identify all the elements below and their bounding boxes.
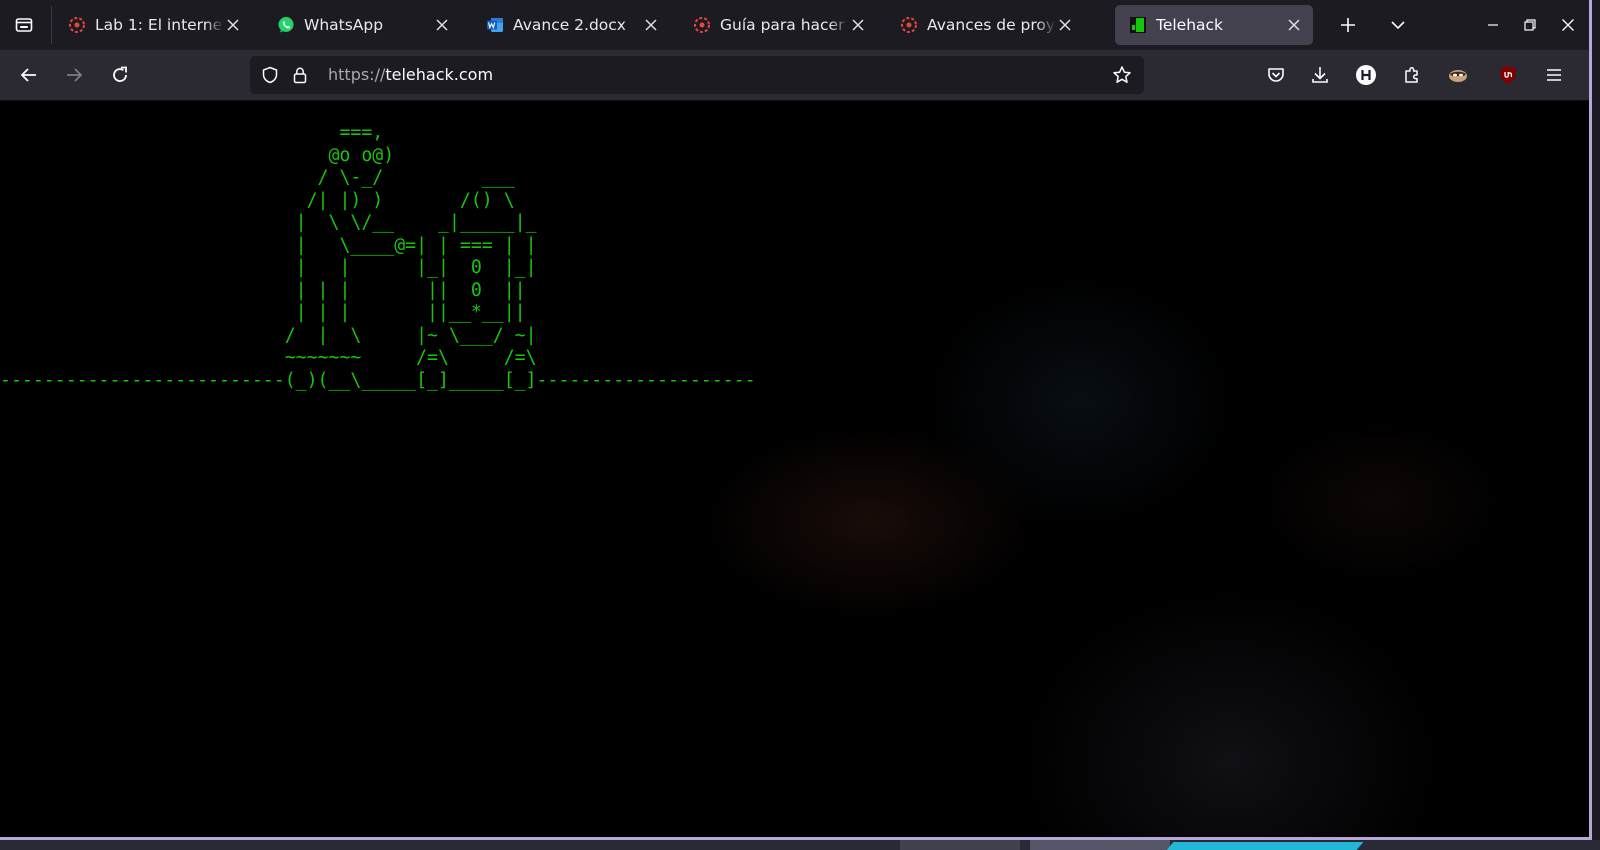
firefox-view-icon[interactable]	[10, 11, 38, 39]
browser-window: Lab 1: El internet a WhatsApp Avance 2.d…	[0, 0, 1592, 840]
tab-separator	[51, 6, 52, 44]
arrow-left-icon	[20, 68, 36, 82]
url-host: telehack.com	[385, 65, 494, 84]
tab-label: Guía para hacer De	[720, 16, 849, 34]
downloads-button[interactable]	[1306, 61, 1334, 89]
close-tab-icon[interactable]	[849, 16, 867, 34]
url-text[interactable]: https://telehack.com	[328, 65, 493, 85]
ublock-button[interactable]	[1494, 61, 1522, 89]
puzzle-icon	[1405, 66, 1418, 83]
extension-button[interactable]	[1444, 61, 1472, 89]
ublock-origin-icon	[1500, 66, 1516, 84]
hamburger-menu-icon	[1547, 69, 1561, 81]
word-icon	[486, 16, 504, 34]
reload-button[interactable]	[106, 61, 134, 89]
tab-avances-proyecto[interactable]: Avances de proyec	[886, 5, 1084, 45]
restore-icon	[1524, 19, 1536, 31]
tab-lab1[interactable]: Lab 1: El internet a	[54, 5, 252, 45]
new-tab-button[interactable]	[1335, 12, 1361, 38]
h-avatar-icon	[1356, 65, 1376, 85]
forward-button[interactable]	[60, 61, 88, 89]
tab-avance[interactable]: Avance 2.docx	[472, 5, 670, 45]
plus-icon	[1341, 18, 1355, 32]
minimize-icon	[1488, 24, 1498, 26]
close-tab-icon[interactable]	[224, 16, 242, 34]
star-icon[interactable]	[1112, 65, 1132, 85]
back-button[interactable]	[15, 61, 43, 89]
close-icon	[1562, 19, 1574, 31]
whatsapp-icon	[277, 16, 295, 34]
telehack-icon	[1129, 16, 1147, 34]
close-tab-icon[interactable]	[433, 16, 451, 34]
tab-label: Avances de proyec	[927, 16, 1056, 34]
minimize-button[interactable]	[1480, 12, 1506, 38]
tab-label: Lab 1: El internet a	[95, 16, 224, 34]
close-tab-icon[interactable]	[642, 16, 660, 34]
tab-bar: Lab 1: El internet a WhatsApp Avance 2.d…	[0, 0, 1589, 50]
account-button[interactable]	[1352, 61, 1380, 89]
close-tab-icon[interactable]	[1285, 16, 1303, 34]
masked-face-extension-icon	[1449, 70, 1467, 82]
tab-label: Telehack	[1156, 16, 1224, 34]
extensions-button[interactable]	[1398, 61, 1426, 89]
address-bar[interactable]: https://telehack.com	[250, 56, 1144, 94]
chevron-down-icon	[1391, 21, 1405, 30]
close-window-button[interactable]	[1555, 12, 1581, 38]
desktop-background	[0, 840, 1600, 850]
url-protocol: https://	[328, 65, 386, 84]
telehack-ascii-art: ===, @o o@) / \-_/ ___ /| |) ) /() \ | \…	[0, 122, 756, 391]
tab-label: Avance 2.docx	[513, 16, 626, 34]
tab-label: WhatsApp	[304, 16, 384, 34]
restore-button[interactable]	[1517, 12, 1543, 38]
red-cog-icon	[900, 16, 918, 34]
red-cog-icon	[693, 16, 711, 34]
pocket-button[interactable]	[1262, 61, 1290, 89]
list-all-tabs-button[interactable]	[1385, 12, 1411, 38]
close-tab-icon[interactable]	[1056, 16, 1074, 34]
tab-guia[interactable]: Guía para hacer De	[679, 5, 877, 45]
download-icon	[1312, 67, 1328, 83]
navigation-toolbar: https://telehack.com	[0, 50, 1589, 101]
reload-icon	[113, 66, 127, 82]
page-content[interactable]: ===, @o o@) / \-_/ ___ /| |) ) /() \ | \…	[0, 102, 1589, 837]
lock-icon[interactable]	[290, 65, 310, 85]
menu-button[interactable]	[1540, 61, 1568, 89]
red-cog-icon	[68, 16, 86, 34]
arrow-right-icon	[67, 68, 83, 82]
pocket-icon	[1268, 68, 1284, 82]
shield-icon[interactable]	[260, 65, 280, 85]
tab-telehack[interactable]: Telehack	[1115, 5, 1313, 45]
tab-whatsapp[interactable]: WhatsApp	[263, 5, 461, 45]
